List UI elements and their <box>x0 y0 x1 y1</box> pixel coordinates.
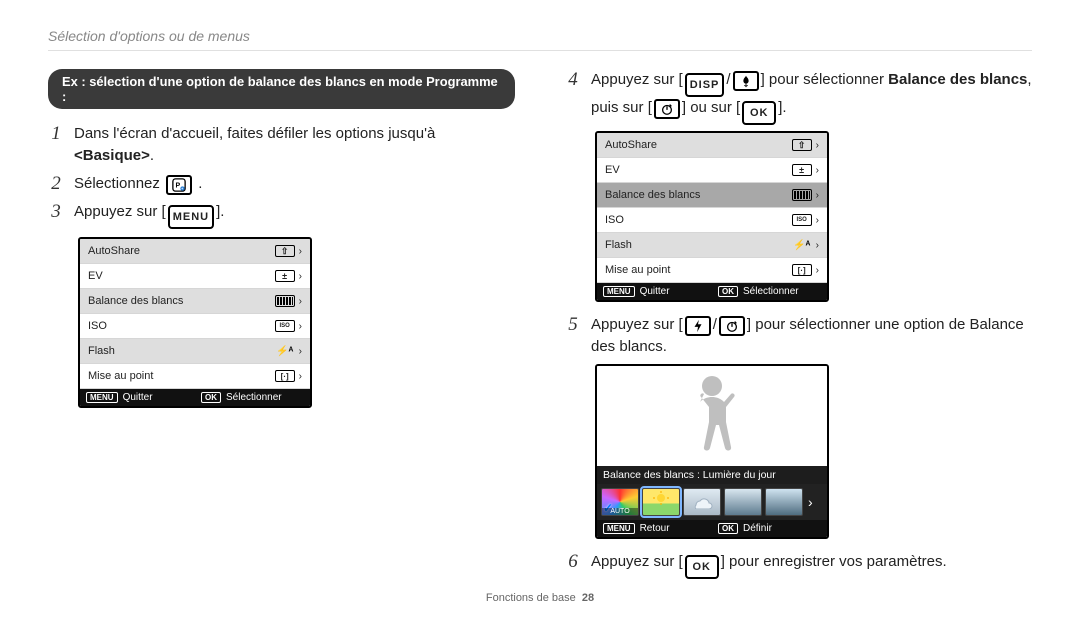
menu-row-af: Mise au point› <box>80 364 310 389</box>
ok-button-icon: OK <box>685 555 719 579</box>
menu-row-autoshare: AutoShare› <box>80 239 310 264</box>
wb-option-tungsten <box>724 488 762 516</box>
timer-icon <box>654 99 680 119</box>
step-number: 3 <box>48 201 64 223</box>
menu-row-iso: ISO› <box>597 208 827 233</box>
svg-text:P: P <box>176 183 182 190</box>
camera-menu-screenshot: AutoShare› EV› Balance des blancs› ISO› … <box>78 237 312 408</box>
camera-menu-footer: MENUQuitter OKSélectionner <box>597 283 827 300</box>
flash-icon <box>685 316 711 336</box>
menu-row-wb: Balance des blancs› <box>80 289 310 314</box>
menu-row-ev: EV› <box>80 264 310 289</box>
step-2-text: Sélectionnez <box>74 175 164 192</box>
step-5: 5 Appuyez sur [/] pour sélectionner une … <box>565 314 1032 358</box>
share-icon <box>792 139 812 151</box>
footer-section: Fonctions de base <box>486 592 576 604</box>
ev-icon <box>275 270 295 282</box>
disp-button-icon: DISP <box>685 73 725 97</box>
right-column: 4 Appuyez sur [DISP/] pour sélectionner … <box>565 69 1032 585</box>
menu-row-flash: Flash› <box>80 339 310 364</box>
share-icon <box>275 245 295 257</box>
iso-icon <box>792 214 812 226</box>
ev-icon <box>792 164 812 176</box>
step-number: 1 <box>48 123 64 145</box>
ok-pill-icon: OK <box>201 392 221 403</box>
breadcrumb: Sélection d'options ou de menus <box>48 28 1032 51</box>
footer-page-number: 28 <box>582 592 594 604</box>
menu-pill-icon: MENU <box>86 392 118 403</box>
ok-pill-icon: OK <box>718 286 738 297</box>
menu-row-wb-selected: Balance des blancs› <box>597 183 827 208</box>
step-6: 6 Appuyez sur [OK] pour enregistrer vos … <box>565 551 1032 579</box>
step-4-target: Balance des blancs <box>888 71 1027 88</box>
wb-live-view <box>597 366 827 466</box>
camera-menu-screenshot-highlighted: AutoShare› EV› Balance des blancs› ISO› … <box>595 131 829 302</box>
step-3: 3 Appuyez sur [MENU]. <box>48 201 515 229</box>
example-note: Ex : sélection d'une option de balance d… <box>48 69 515 109</box>
wb-preview-screenshot: Balance des blancs : Lumière du jour ✓ A… <box>595 364 829 539</box>
menu-button-icon: MENU <box>168 205 214 229</box>
ok-button-icon: OK <box>742 101 776 125</box>
menu-row-ev: EV› <box>597 158 827 183</box>
camera-menu-footer: MENUQuitter OKSélectionner <box>80 389 310 406</box>
wb-option-auto: ✓ AUTO <box>601 488 639 516</box>
person-silhouette-icon <box>682 372 742 457</box>
svg-text:+: + <box>181 187 184 191</box>
mode-p-icon: P+ <box>166 175 192 195</box>
flash-icon <box>792 239 812 251</box>
timer-icon <box>719 316 745 336</box>
step-number: 4 <box>565 69 581 91</box>
iso-icon <box>275 320 295 332</box>
wb-icon <box>792 189 812 201</box>
menu-row-af: Mise au point› <box>597 258 827 283</box>
wb-label: Balance des blancs : Lumière du jour <box>597 466 827 484</box>
menu-pill-icon: MENU <box>603 523 635 534</box>
wb-option-cloudy <box>683 488 721 516</box>
wb-option-daylight <box>642 488 680 516</box>
menu-row-flash: Flash› <box>597 233 827 258</box>
step-1-target: <Basique> <box>74 147 150 164</box>
step-1-text: Dans l'écran d'accueil, faites défiler l… <box>74 125 435 142</box>
chevron-right-icon: › <box>806 494 815 510</box>
macro-icon <box>733 71 759 91</box>
wb-preview-footer: MENURetour OKDéfinir <box>597 520 827 537</box>
flash-icon <box>275 345 295 357</box>
step-number: 6 <box>565 551 581 573</box>
af-icon <box>792 264 812 276</box>
step-number: 2 <box>48 173 64 195</box>
wb-option-fluorescent <box>765 488 803 516</box>
step-2: 2 Sélectionnez P+ . <box>48 173 515 195</box>
wb-options-strip: ✓ AUTO › <box>597 484 827 520</box>
menu-pill-icon: MENU <box>603 286 635 297</box>
menu-row-iso: ISO› <box>80 314 310 339</box>
af-icon <box>275 370 295 382</box>
menu-row-autoshare: AutoShare› <box>597 133 827 158</box>
wb-icon <box>275 295 295 307</box>
ok-pill-icon: OK <box>718 523 738 534</box>
step-4: 4 Appuyez sur [DISP/] pour sélectionner … <box>565 69 1032 125</box>
left-column: Ex : sélection d'une option de balance d… <box>48 69 515 585</box>
page-footer: Fonctions de base 28 <box>48 592 1032 604</box>
step-number: 5 <box>565 314 581 336</box>
step-3-text: Appuyez sur [ <box>74 203 166 220</box>
step-1: 1 Dans l'écran d'accueil, faites défiler… <box>48 123 515 167</box>
